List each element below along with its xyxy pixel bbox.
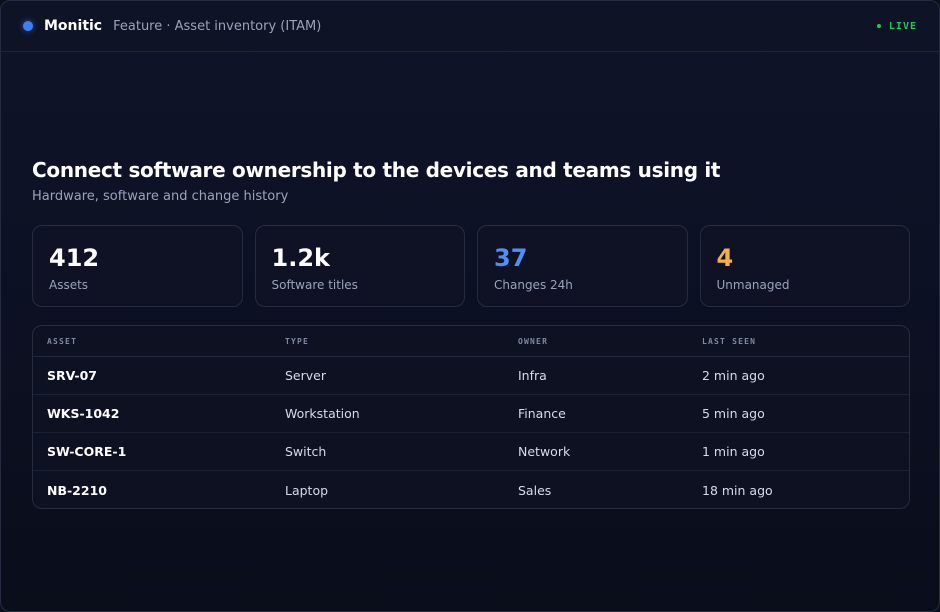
breadcrumb: Feature · Asset inventory (ITAM) <box>113 18 322 34</box>
stats-row: 412 Assets 1.2k Software titles 37 Chang… <box>32 225 910 307</box>
live-dot-icon <box>876 24 881 28</box>
stat-label: Changes 24h <box>494 278 573 292</box>
type-cell: Workstation <box>285 406 360 421</box>
last-seen-cell: 18 min ago <box>702 482 773 498</box>
type-cell: Server <box>285 368 326 383</box>
owner-cell: Network <box>518 444 571 459</box>
stat-card-software-titles: 1.2k Software titles <box>254 225 465 307</box>
page-subtitle: Hardware, software and change history <box>32 189 289 204</box>
page-title: Connect software ownership to the device… <box>32 158 721 182</box>
table-row[interactable]: SW-CORE-1 Switch Network 1 min ago <box>33 433 909 471</box>
type-cell: Laptop <box>285 482 329 498</box>
brand-dot-icon <box>23 21 33 31</box>
last-seen-cell: 5 min ago <box>702 406 765 421</box>
owner-cell: Sales <box>518 482 552 498</box>
column-header-last-seen: LAST SEEN <box>702 336 757 346</box>
live-status-label: LIVE <box>888 20 917 32</box>
last-seen-cell: 1 min ago <box>702 444 765 459</box>
column-header-asset: ASSET <box>47 336 78 346</box>
table-row[interactable]: SRV-07 Server Infra 2 min ago <box>33 357 909 395</box>
stat-label: Software titles <box>271 278 358 292</box>
asset-cell: NB-2210 <box>47 482 107 498</box>
stat-label: Assets <box>49 278 89 292</box>
top-bar: Monitic Feature · Asset inventory (ITAM)… <box>1 1 939 52</box>
table-header: ASSET TYPE OWNER LAST SEEN <box>33 326 909 357</box>
stat-card-changes: 37 Changes 24h <box>477 225 688 307</box>
live-status-badge: LIVE <box>876 20 917 32</box>
stat-label: Unmanaged <box>716 278 790 292</box>
owner-cell: Infra <box>518 368 547 383</box>
asset-table: ASSET TYPE OWNER LAST SEEN SRV-07 Server… <box>32 325 910 509</box>
asset-cell: SRV-07 <box>47 368 97 383</box>
owner-cell: Finance <box>518 406 566 421</box>
app-window: Monitic Feature · Asset inventory (ITAM)… <box>0 0 940 612</box>
asset-cell: SW-CORE-1 <box>47 444 127 459</box>
stat-card-unmanaged: 4 Unmanaged <box>699 225 910 307</box>
asset-cell: WKS-1042 <box>47 406 120 421</box>
table-row[interactable]: WKS-1042 Workstation Finance 5 min ago <box>33 395 909 433</box>
stat-value: 37 <box>494 244 528 272</box>
stat-value: 412 <box>49 244 100 272</box>
stat-value: 1.2k <box>271 244 330 272</box>
stat-card-assets: 412 Assets <box>32 225 243 307</box>
type-cell: Switch <box>285 444 327 459</box>
last-seen-cell: 2 min ago <box>702 368 765 383</box>
column-header-owner: OWNER <box>518 336 549 346</box>
stat-value: 4 <box>716 244 734 272</box>
brand-name[interactable]: Monitic <box>44 18 102 34</box>
table-row[interactable]: NB-2210 Laptop Sales 18 min ago <box>33 471 909 508</box>
column-header-type: TYPE <box>285 336 310 346</box>
